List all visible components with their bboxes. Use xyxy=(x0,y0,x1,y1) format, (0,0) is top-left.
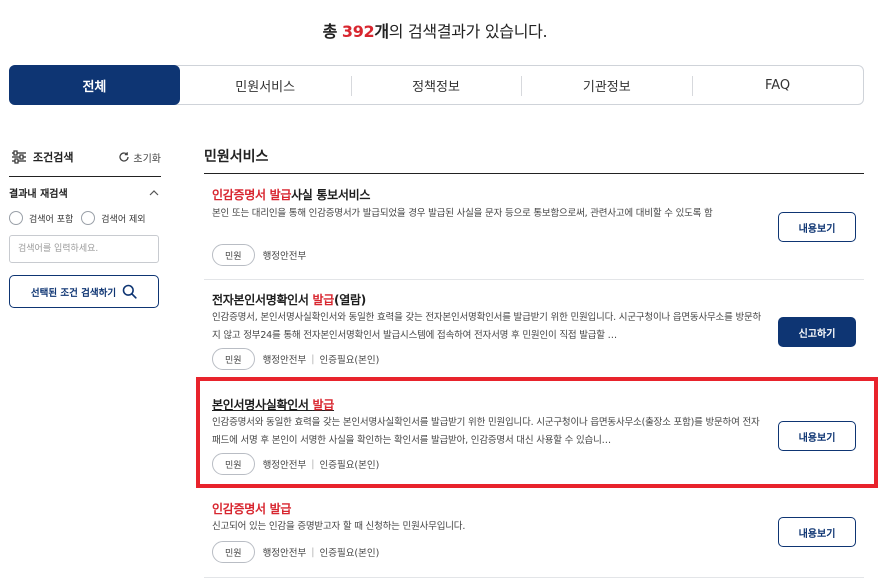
radio-exclude[interactable]: 검색어 제외 xyxy=(81,211,146,225)
filtered-search-button[interactable]: 선택된 조건 검색하기 xyxy=(9,275,159,308)
keyword-input[interactable] xyxy=(9,235,159,263)
view-details-button[interactable]: 내용보기 xyxy=(778,421,856,451)
meta-separator: | xyxy=(311,353,315,365)
radio-include-label: 검색어 포함 xyxy=(29,214,74,225)
tab-faq[interactable]: FAQ xyxy=(692,66,863,104)
item-badge: 민원 xyxy=(212,541,255,563)
list-item: 본인서명사실확인서 발급 인감증명서와 동일한 효력을 갖는 본인서명사실확인서… xyxy=(204,378,864,488)
summary-prefix: 총 xyxy=(322,22,338,41)
summary-suffix: 의 검색결과가 있습니다. xyxy=(388,22,548,41)
result-count: 392 xyxy=(341,22,375,41)
category-tabs: 전체 민원서비스 정책정보 기관정보 FAQ xyxy=(9,65,864,105)
item-title-highlight: 발급 xyxy=(312,293,335,307)
filter-header: 조건검색 초기화 xyxy=(11,148,161,166)
meta-separator: | xyxy=(311,546,315,558)
item-title-rest: (열람) xyxy=(334,293,366,307)
sidebar-divider xyxy=(9,176,161,177)
item-meta: 민원 행정안전부 xyxy=(212,244,306,266)
item-title-highlight: 인감증명서 발급 xyxy=(212,502,292,516)
search-icon xyxy=(122,284,137,299)
refresh-icon xyxy=(119,152,130,162)
item-auth: 인증필요(본인) xyxy=(319,548,380,559)
tab-civil-service[interactable]: 민원서비스 xyxy=(180,66,351,104)
item-title-pre: 전자본인서명확인서 xyxy=(212,293,313,307)
view-details-button[interactable]: 내용보기 xyxy=(778,517,856,547)
result-summary: 총 392개의 검색결과가 있습니다. xyxy=(0,18,870,42)
item-auth: 인증필요(본인) xyxy=(319,355,380,366)
item-title[interactable]: 본인서명사실확인서 발급 xyxy=(212,396,334,413)
item-org: 행정안전부 xyxy=(262,251,307,262)
item-description: 인감증명서, 본인서명사실확인서와 동일한 효력을 갖는 전자본인서명확인서를 … xyxy=(212,312,762,341)
item-title[interactable]: 인감증명서 발급사실 통보서비스 xyxy=(212,186,370,203)
item-org: 행정안전부 xyxy=(262,548,307,559)
filter-title-label: 조건검색 xyxy=(33,151,74,164)
item-title[interactable]: 인감증명서 발급 xyxy=(212,500,291,517)
item-auth: 인증필요(본인) xyxy=(319,460,380,471)
reset-label: 초기화 xyxy=(133,153,161,165)
filtered-search-label: 선택된 조건 검색하기 xyxy=(30,287,117,299)
item-title[interactable]: 전자본인서명확인서 발급(열람) xyxy=(212,291,366,308)
list-item: 인감증명서 발급 신고되어 있는 인감을 증명받고자 할 때 신청하는 민원사무… xyxy=(204,490,864,578)
item-title-highlight: 발급 xyxy=(312,398,335,412)
tab-agency-info[interactable]: 기관정보 xyxy=(521,66,692,104)
item-meta: 민원 행정안전부 | 인증필요(본인) xyxy=(212,541,379,563)
radio-include-circle[interactable] xyxy=(9,211,23,225)
chevron-up-icon[interactable] xyxy=(149,189,159,196)
item-description: 신고되어 있는 인감을 증명받고자 할 때 신청하는 민원사무입니다. xyxy=(212,521,466,532)
radio-include[interactable]: 검색어 포함 xyxy=(9,211,73,225)
radio-exclude-circle[interactable] xyxy=(81,211,96,225)
item-meta: 민원 행정안전부 | 인증필요(본인) xyxy=(212,453,379,475)
report-button[interactable]: 신고하기 xyxy=(778,317,856,347)
item-badge: 민원 xyxy=(212,244,255,266)
item-description: 인감증명서와 동일한 효력을 갖는 본인서명사실확인서를 발급받기 위한 민원입… xyxy=(212,417,760,446)
item-badge: 민원 xyxy=(212,348,255,370)
item-title-pre: 본인서명사실확인서 xyxy=(212,398,313,412)
item-badge: 민원 xyxy=(212,453,255,475)
item-description: 본인 또는 대리인을 통해 인감증명서가 발급되었을 경우 발급된 사실을 문자… xyxy=(212,208,713,219)
item-org: 행정안전부 xyxy=(262,355,307,366)
meta-separator: | xyxy=(311,458,315,470)
item-meta: 민원 행정안전부 | 인증필요(본인) xyxy=(212,348,379,370)
list-item: 인감증명서 발급사실 통보서비스 본인 또는 대리인을 통해 인감증명서가 발급… xyxy=(204,174,864,280)
filter-title: 조건검색 xyxy=(11,149,73,165)
summary-unit: 개 xyxy=(374,22,389,41)
tab-policy-info[interactable]: 정책정보 xyxy=(350,66,522,104)
section-title: 민원서비스 xyxy=(204,149,269,165)
list-item: 전자본인서명확인서 발급(열람) 인감증명서, 본인서명사실확인서와 동일한 효… xyxy=(204,280,864,378)
radio-exclude-label: 검색어 제외 xyxy=(101,214,146,225)
tab-all[interactable]: 전체 xyxy=(9,65,180,105)
research-header[interactable]: 결과내 재검색 xyxy=(9,185,159,200)
reset-button[interactable]: 초기화 xyxy=(118,150,161,165)
research-options: 검색어 포함 검색어 제외 xyxy=(9,211,154,225)
item-title-highlight: 인감증명서 발급 xyxy=(212,188,292,202)
research-title: 결과내 재검색 xyxy=(9,189,68,200)
item-title-rest: 사실 통보서비스 xyxy=(291,188,371,202)
item-org: 행정안전부 xyxy=(262,460,307,471)
sliders-icon xyxy=(12,150,26,164)
view-details-button[interactable]: 내용보기 xyxy=(778,212,856,242)
